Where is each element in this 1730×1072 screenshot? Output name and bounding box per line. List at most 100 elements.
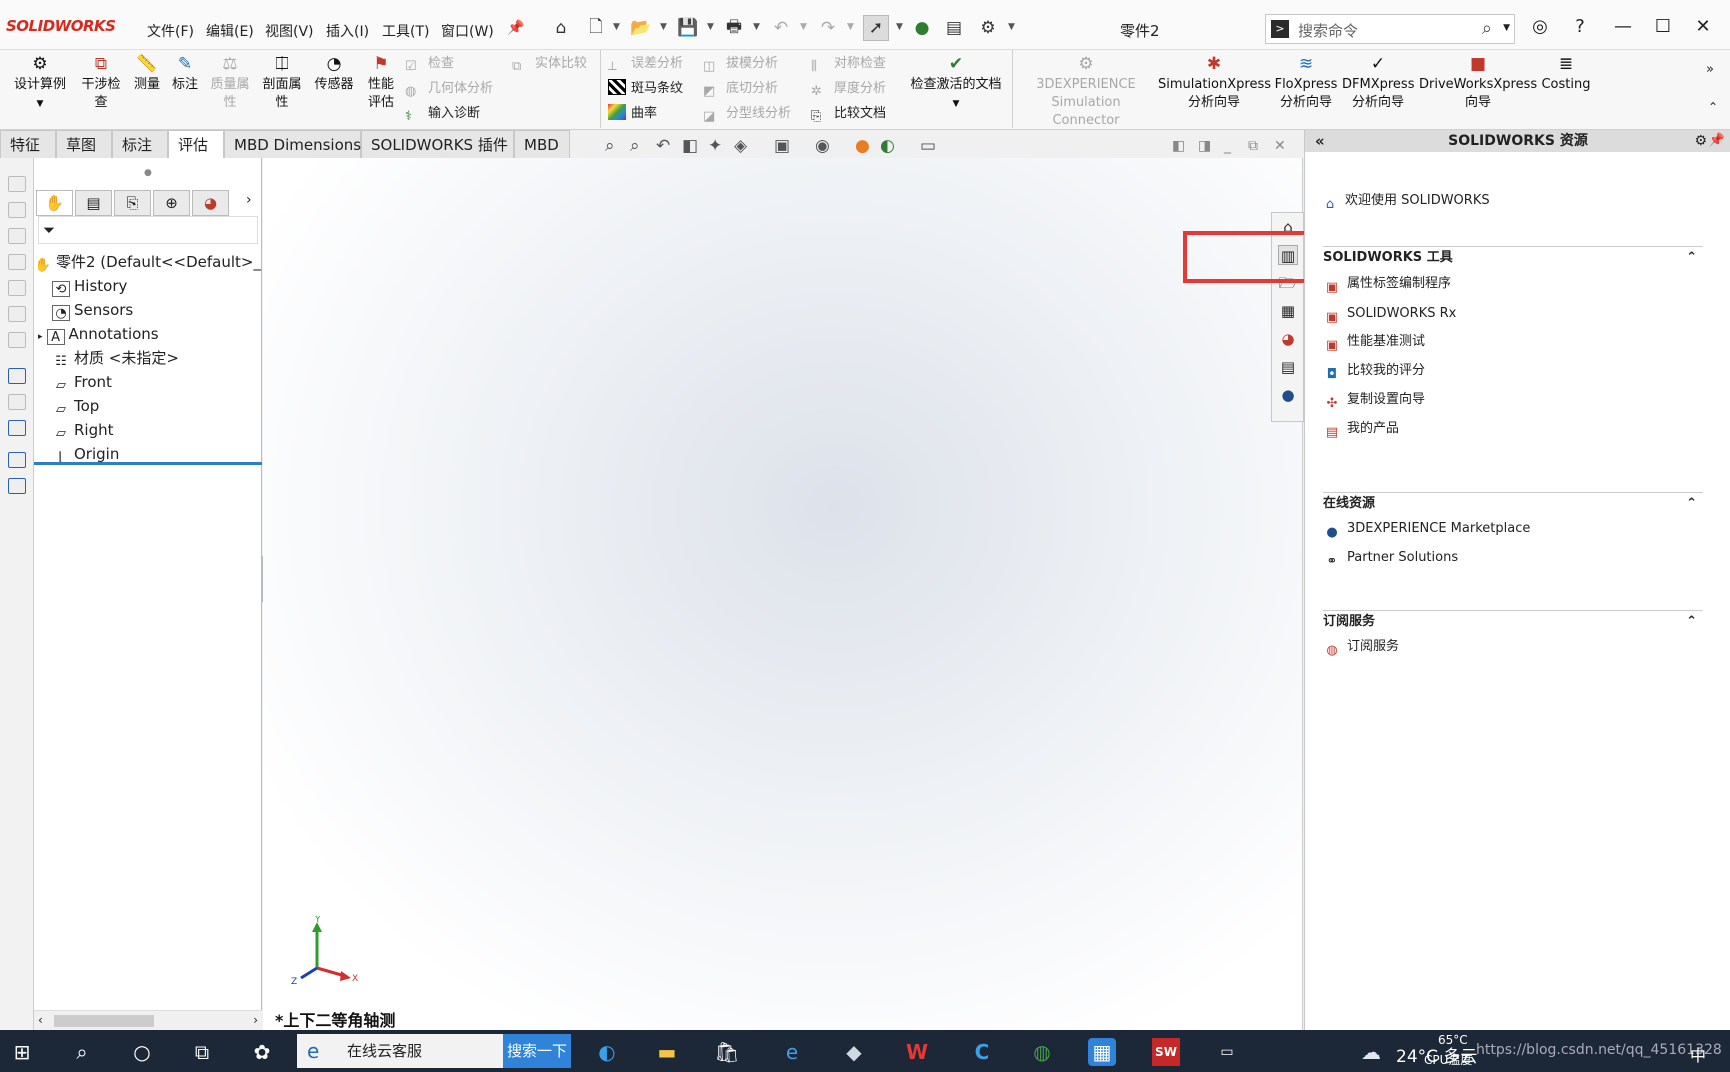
previous-view-icon[interactable]: ↶	[656, 136, 670, 156]
tab-features[interactable]: 特征	[0, 130, 56, 158]
ribbon-overflow-icon[interactable]: »	[1706, 62, 1714, 77]
3dexperience-icon[interactable]: ●	[1278, 385, 1298, 405]
file-explorer-icon[interactable]: ▬	[653, 1038, 681, 1066]
compare-documents-button[interactable]: ⎘比较文档	[811, 103, 886, 125]
tree-item-material[interactable]: ☷材质 <未指定>	[34, 346, 262, 370]
new-document-icon[interactable]: 🗋	[583, 15, 609, 41]
taskbar-search-box[interactable]: e 在线云客服	[297, 1034, 503, 1068]
deviation-analysis-button[interactable]: ⟂误差分析	[608, 53, 683, 75]
task-view-icon[interactable]: ⧉	[188, 1038, 216, 1066]
view-palette-icon[interactable]: ▦	[1278, 301, 1298, 321]
chevron-down-icon[interactable]: ▼	[660, 22, 667, 32]
zebra-stripes-button[interactable]: 斑马条纹	[608, 78, 683, 100]
chevron-up-icon[interactable]: ⌃	[1686, 611, 1697, 633]
search-icon[interactable]: ⌕	[1482, 18, 1492, 39]
draft-analysis-button[interactable]: ◫拔模分析	[703, 53, 778, 75]
select-pointer-icon[interactable]: ➚	[863, 15, 889, 41]
tab-solidworks-addins[interactable]: SOLIDWORKS 插件	[361, 130, 514, 158]
viewport-minimize-icon[interactable]: _	[1224, 138, 1231, 154]
ie-icon[interactable]: e	[778, 1038, 806, 1066]
home-icon[interactable]: ⌂	[548, 15, 574, 41]
tree-item-history[interactable]: ⟲History	[34, 274, 262, 298]
menu-window[interactable]: 窗口(W)	[441, 21, 494, 41]
resource-link-property-tab-builder[interactable]: ▣属性标签编制程序	[1323, 273, 1451, 295]
appearances-icon[interactable]: ◕	[1278, 329, 1298, 349]
tool-icon[interactable]	[8, 254, 26, 270]
pin-icon[interactable]: 📌	[503, 15, 529, 41]
tile-left-icon[interactable]: ◧	[1172, 138, 1185, 154]
menu-edit[interactable]: 编辑(E)	[206, 21, 254, 41]
measure-button[interactable]: 📏 测量	[130, 54, 164, 94]
file-properties-icon[interactable]: ▤	[941, 15, 967, 41]
dfmxpress-button[interactable]: ✓ DFMXpress 分析向导	[1342, 54, 1414, 112]
hide-show-items-icon[interactable]: ◉	[815, 136, 830, 156]
tool-icon[interactable]	[8, 452, 26, 468]
viewport-close-icon[interactable]: ✕	[1274, 138, 1286, 154]
taskbar-search-button[interactable]: 搜索一下	[503, 1034, 571, 1068]
markup-button[interactable]: ✎ 标注	[168, 54, 202, 94]
graphics-area[interactable]: Y X Z	[263, 158, 1303, 1030]
compare-bodies-button[interactable]: ⧉实体比较	[512, 53, 587, 75]
app-icon[interactable]: ◆	[840, 1038, 868, 1066]
panel-grip-icon[interactable]: ●	[144, 168, 152, 178]
user-account-icon[interactable]: ◎	[1523, 12, 1557, 42]
design-study-button[interactable]: ⚙ 设计算例 ▼	[10, 54, 70, 113]
dynamic-annotation-icon[interactable]: ✦	[708, 136, 722, 156]
resource-link-subscription-services[interactable]: ◍订阅服务	[1323, 636, 1399, 658]
section-properties-button[interactable]: ⎅ 剖面属 性	[259, 54, 305, 112]
menu-file[interactable]: 文件(F)	[147, 21, 194, 41]
display-manager-tab-icon[interactable]: ◕	[192, 190, 229, 216]
tree-item-sensors[interactable]: ◔Sensors	[34, 298, 262, 322]
custom-properties-icon[interactable]: ▤	[1278, 357, 1298, 377]
display-style-icon[interactable]: ▣	[774, 136, 790, 156]
edit-appearance-icon[interactable]: ●	[855, 136, 870, 156]
tab-evaluate[interactable]: 评估	[168, 130, 224, 158]
chevron-down-icon[interactable]: ▼	[707, 22, 714, 32]
section-view-icon[interactable]: ◧	[682, 136, 698, 156]
app-icon[interactable]: C	[968, 1038, 996, 1066]
tool-icon[interactable]	[8, 202, 26, 218]
scroll-left-icon[interactable]: ‹	[38, 1013, 43, 1027]
tool-icon[interactable]	[8, 176, 26, 192]
options-gear-icon[interactable]: ⚙	[975, 15, 1001, 41]
app-icon[interactable]: ✿	[248, 1038, 276, 1066]
solidworks-taskbar-icon[interactable]: SW	[1152, 1038, 1180, 1066]
cortana-icon[interactable]: ○	[128, 1038, 156, 1066]
chevron-up-icon[interactable]: ⌃	[1686, 247, 1697, 269]
horizontal-scrollbar[interactable]: ‹ ›	[34, 1010, 262, 1030]
zoom-to-fit-icon[interactable]: ⌕	[605, 136, 615, 156]
3dexperience-simulation-connector-button[interactable]: ⚙ 3DEXPERIENCE Simulation Connector	[1016, 54, 1156, 130]
resource-link-copy-settings-wizard[interactable]: ✣复制设置向导	[1323, 389, 1425, 411]
chevron-down-icon[interactable]: ▼	[1503, 23, 1510, 33]
parting-line-analysis-button[interactable]: ◪分型线分析	[703, 103, 791, 125]
dimxpert-tab-icon[interactable]: ⊕	[153, 190, 190, 216]
wechat-icon[interactable]: ◍	[1028, 1038, 1056, 1066]
apply-scene-icon[interactable]: ◐	[880, 136, 895, 156]
chevron-down-icon[interactable]: ▼	[800, 22, 807, 32]
chevron-down-icon[interactable]: ▼	[953, 99, 960, 109]
scrollbar-thumb[interactable]	[54, 1015, 154, 1027]
view-settings-icon[interactable]: ▭	[920, 136, 936, 156]
check-button[interactable]: ☑检查	[405, 53, 454, 75]
resource-link-performance-benchmark[interactable]: ▣性能基准测试	[1323, 331, 1425, 353]
undo-icon[interactable]: ↶	[768, 15, 794, 41]
chevron-down-icon[interactable]: ▼	[613, 22, 620, 32]
windows-start-icon[interactable]: ⊞	[8, 1038, 36, 1066]
app-icon[interactable]: ▭	[1213, 1038, 1241, 1066]
tool-icon[interactable]	[8, 368, 26, 384]
chevron-down-icon[interactable]: ▼	[896, 22, 903, 32]
maximize-button[interactable]: ☐	[1646, 12, 1680, 42]
minimize-button[interactable]: —	[1606, 12, 1640, 42]
help-icon[interactable]: ?	[1563, 12, 1597, 42]
edge-icon[interactable]: ◐	[593, 1038, 621, 1066]
rebuild-icon[interactable]: ●	[909, 15, 935, 41]
tab-mbd-dimensions[interactable]: MBD Dimensions	[224, 130, 361, 158]
search-commands-box[interactable]: > 搜索命令 ⌕ ▼	[1265, 14, 1515, 44]
redo-icon[interactable]: ↷	[815, 15, 841, 41]
resource-link-partner-solutions[interactable]: ⚭Partner Solutions	[1323, 547, 1458, 569]
undercut-analysis-button[interactable]: ◩底切分析	[703, 78, 778, 100]
tree-item-top-plane[interactable]: ▱Top	[34, 394, 262, 418]
chevron-up-icon[interactable]: ⌃	[1686, 493, 1697, 515]
resource-link-my-products[interactable]: ▤我的产品	[1323, 418, 1399, 440]
property-manager-tab-icon[interactable]: ▤	[75, 190, 112, 216]
